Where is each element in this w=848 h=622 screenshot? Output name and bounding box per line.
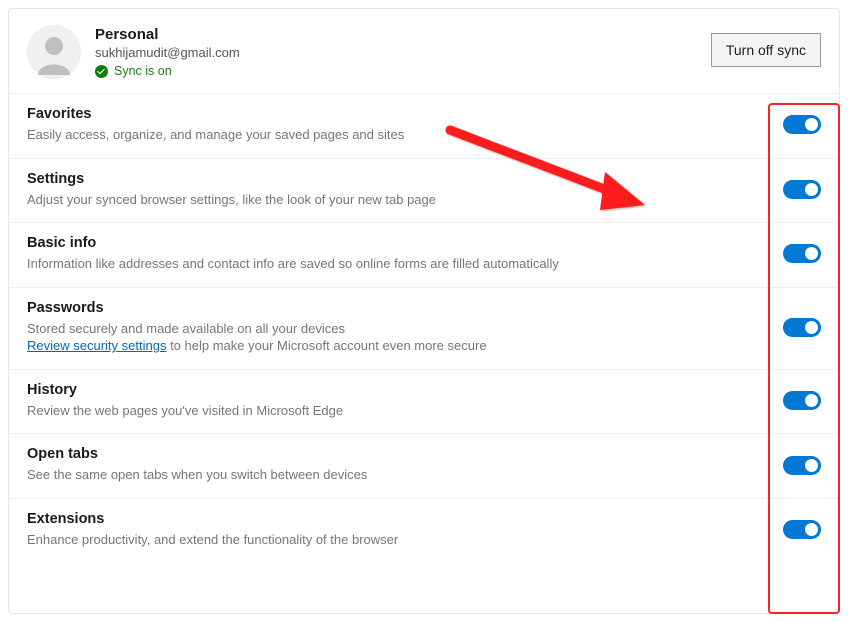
item-text: Settings Adjust your synced browser sett… bbox=[27, 171, 783, 209]
item-title: Basic info bbox=[27, 235, 723, 251]
item-desc: Enhance productivity, and extend the fun… bbox=[27, 531, 723, 549]
item-text: Extensions Enhance productivity, and ext… bbox=[27, 511, 783, 549]
sync-item-history: History Review the web pages you've visi… bbox=[9, 370, 839, 435]
item-text: Open tabs See the same open tabs when yo… bbox=[27, 446, 783, 484]
toggle-settings[interactable] bbox=[783, 180, 821, 199]
item-desc-after: to help make your Microsoft account even… bbox=[166, 338, 486, 353]
sync-item-favorites: Favorites Easily access, organize, and m… bbox=[9, 94, 839, 159]
sync-status-row: Sync is on bbox=[95, 64, 240, 78]
toggle-favorites[interactable] bbox=[783, 115, 821, 134]
item-text: Passwords Stored securely and made avail… bbox=[27, 300, 783, 355]
item-text: Favorites Easily access, organize, and m… bbox=[27, 106, 783, 144]
sync-item-extensions: Extensions Enhance productivity, and ext… bbox=[9, 499, 839, 563]
profile-header: Personal sukhijamudit@gmail.com Sync is … bbox=[9, 9, 839, 94]
avatar bbox=[27, 25, 81, 79]
toggle-extensions[interactable] bbox=[783, 520, 821, 539]
item-title: History bbox=[27, 382, 723, 398]
profile-text: Personal sukhijamudit@gmail.com Sync is … bbox=[95, 26, 240, 78]
sync-item-passwords: Passwords Stored securely and made avail… bbox=[9, 288, 839, 370]
sync-item-settings: Settings Adjust your synced browser sett… bbox=[9, 159, 839, 224]
check-icon bbox=[95, 65, 108, 78]
item-desc: Review the web pages you've visited in M… bbox=[27, 402, 723, 420]
sync-status-text: Sync is on bbox=[114, 64, 172, 78]
sync-item-basic-info: Basic info Information like addresses an… bbox=[9, 223, 839, 288]
item-title: Passwords bbox=[27, 300, 723, 316]
person-icon bbox=[27, 25, 81, 79]
item-text: History Review the web pages you've visi… bbox=[27, 382, 783, 420]
toggle-history[interactable] bbox=[783, 391, 821, 410]
item-title: Open tabs bbox=[27, 446, 723, 462]
toggle-passwords[interactable] bbox=[783, 318, 821, 337]
item-text: Basic info Information like addresses an… bbox=[27, 235, 783, 273]
toggle-basic-info[interactable] bbox=[783, 244, 821, 263]
profile-name: Personal bbox=[95, 26, 240, 43]
item-desc: Information like addresses and contact i… bbox=[27, 255, 723, 273]
item-desc: Easily access, organize, and manage your… bbox=[27, 126, 723, 144]
item-desc: See the same open tabs when you switch b… bbox=[27, 466, 723, 484]
sync-settings-card: Personal sukhijamudit@gmail.com Sync is … bbox=[8, 8, 840, 614]
item-desc-line1: Stored securely and made available on al… bbox=[27, 321, 345, 336]
profile-email: sukhijamudit@gmail.com bbox=[95, 45, 240, 60]
item-title: Extensions bbox=[27, 511, 723, 527]
sync-item-open-tabs: Open tabs See the same open tabs when yo… bbox=[9, 434, 839, 499]
item-title: Settings bbox=[27, 171, 723, 187]
toggle-open-tabs[interactable] bbox=[783, 456, 821, 475]
item-desc: Stored securely and made available on al… bbox=[27, 320, 723, 355]
review-security-link[interactable]: Review security settings bbox=[27, 338, 166, 353]
turn-off-sync-button[interactable]: Turn off sync bbox=[711, 33, 821, 67]
item-title: Favorites bbox=[27, 106, 723, 122]
item-desc: Adjust your synced browser settings, lik… bbox=[27, 191, 723, 209]
